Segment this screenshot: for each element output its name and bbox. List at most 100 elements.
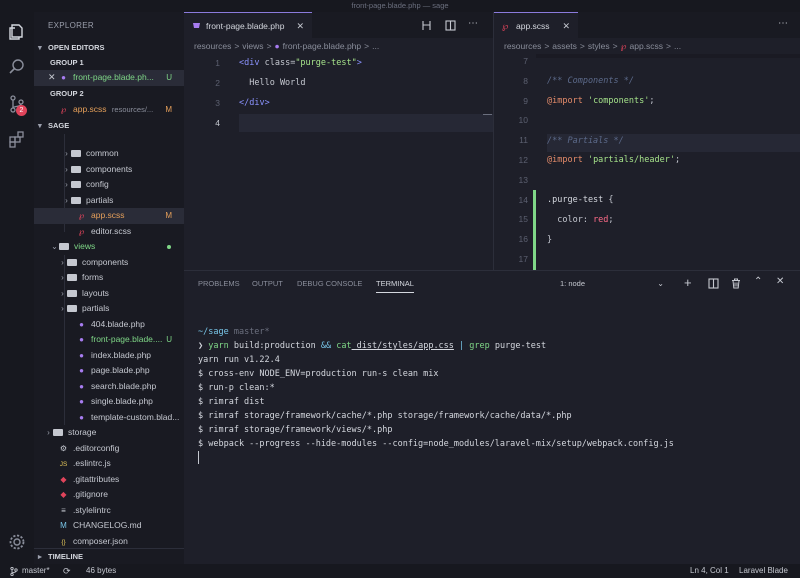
- tree-item[interactable]: ● single.blade.php: [34, 394, 184, 410]
- breadcrumb-item[interactable]: resources: [504, 41, 541, 51]
- blade-file-icon: ●: [79, 335, 84, 344]
- chevron-right-icon: ›: [61, 273, 64, 282]
- tree-item-label: partials: [86, 194, 114, 205]
- tree-item-label: .gitignore: [73, 489, 108, 499]
- line-number: 9: [523, 95, 528, 106]
- tree-item[interactable]: ● template-custom.blad...: [34, 410, 184, 426]
- tree-item[interactable]: ⌄ views: [34, 239, 184, 255]
- git-branch[interactable]: master*: [22, 564, 50, 578]
- close-icon[interactable]: ✕: [48, 70, 58, 86]
- breadcrumb-item[interactable]: app.scss: [629, 41, 663, 51]
- tree-item[interactable]: › common: [34, 146, 184, 162]
- trash-icon[interactable]: [731, 278, 741, 289]
- current-line-highlight: [239, 114, 493, 132]
- breadcrumb-item[interactable]: resources: [194, 41, 231, 51]
- split-terminal-icon[interactable]: [708, 278, 719, 289]
- tree-item[interactable]: › layouts: [34, 286, 184, 302]
- code-line-12[interactable]: @import 'partials/header';: [547, 155, 680, 165]
- code-line-1[interactable]: <div class="purge-test">: [239, 58, 362, 68]
- more-actions-icon[interactable]: ⋯: [778, 18, 788, 29]
- tree-item[interactable]: ● index.blade.php: [34, 348, 184, 364]
- tab-output[interactable]: OUTPUT: [252, 271, 283, 297]
- tree-item[interactable]: ◆ .gitattributes: [34, 472, 184, 488]
- tree-item[interactable]: › storage: [34, 425, 184, 441]
- tree-item[interactable]: JS .eslintrc.js: [34, 456, 184, 472]
- tree-item[interactable]: ◆ .gitignore: [34, 487, 184, 503]
- tab-app-scss[interactable]: ℘ app.scss ✕: [494, 12, 578, 38]
- line-number: 2: [215, 78, 220, 88]
- breadcrumb-item[interactable]: assets: [552, 41, 577, 51]
- tree-item[interactable]: ● page.blade.php: [34, 363, 184, 379]
- code-line-14[interactable]: .purge-test {: [547, 195, 614, 205]
- tree-item[interactable]: {} composer.json: [34, 534, 184, 550]
- tree-item[interactable]: › partials: [34, 301, 184, 317]
- tab-problems[interactable]: PROBLEMS: [198, 271, 240, 297]
- open-editor-label: app.scss: [73, 104, 107, 114]
- tree-item[interactable]: ⚙ .editorconfig: [34, 441, 184, 457]
- scss-file-icon: ℘: [60, 105, 67, 114]
- tab-terminal[interactable]: TERMINAL: [376, 271, 414, 297]
- open-changes-icon[interactable]: [421, 20, 432, 31]
- search-icon[interactable]: [7, 57, 27, 77]
- tree-item-label: config: [86, 179, 109, 189]
- close-tab-icon[interactable]: ✕: [562, 13, 570, 39]
- tree-item-label: single.blade.php: [91, 396, 153, 406]
- breadcrumb-item[interactable]: front-page.blade.php: [283, 41, 361, 51]
- timeline-header[interactable]: ▸ TIMELINE: [34, 548, 184, 564]
- scss-file-icon: ℘: [78, 211, 85, 220]
- code-line-16[interactable]: }: [547, 235, 552, 245]
- tree-item[interactable]: ℘ app.scss M: [34, 208, 184, 224]
- open-editors-header[interactable]: ▾ OPEN EDITORS: [34, 40, 184, 55]
- new-terminal-icon[interactable]: +: [684, 275, 692, 290]
- explorer-icon[interactable]: [7, 22, 27, 42]
- tree-item[interactable]: ≡ .stylelintrc: [34, 503, 184, 519]
- tree-item[interactable]: › forms: [34, 270, 184, 286]
- scm-badge: 2: [16, 105, 27, 116]
- terminal-select[interactable]: 1: node ⌄: [556, 277, 670, 291]
- close-tab-icon[interactable]: ✕: [296, 13, 304, 39]
- open-editor-app-scss[interactable]: ℘ app.scss resources/... M: [34, 102, 184, 118]
- open-editor-front-page[interactable]: ✕ ● front-page.blade.ph... U: [34, 70, 184, 86]
- split-editor-icon[interactable]: [445, 20, 456, 31]
- tree-item[interactable]: ● front-page.blade.... U: [34, 332, 184, 348]
- more-actions-icon[interactable]: ⋯: [468, 18, 478, 29]
- chevron-right-icon: ›: [47, 428, 50, 437]
- line-number: 1: [215, 58, 220, 68]
- line-number: 15: [518, 214, 528, 225]
- tree-item[interactable]: › partials: [34, 193, 184, 209]
- tree-item[interactable]: › components: [34, 162, 184, 178]
- tab-front-page[interactable]: front-page.blade.php ✕: [184, 12, 312, 38]
- tree-item[interactable]: › components: [34, 255, 184, 271]
- language-mode[interactable]: Laravel Blade: [739, 564, 788, 578]
- tree-item[interactable]: ● 404.blade.php: [34, 317, 184, 333]
- code-line-9[interactable]: @import 'components';: [547, 96, 654, 106]
- file-status: U: [166, 335, 172, 344]
- breadcrumb-item[interactable]: styles: [588, 41, 610, 51]
- tab-debug-console[interactable]: DEBUG CONSOLE: [297, 271, 362, 297]
- close-panel-icon[interactable]: ✕: [776, 276, 784, 287]
- folder-icon: [67, 274, 77, 281]
- code-line-8[interactable]: /** Components */: [547, 76, 634, 86]
- tree-item-label: page.blade.php: [91, 365, 150, 375]
- tree-item[interactable]: ℘ editor.scss: [34, 224, 184, 240]
- sync-icon[interactable]: ⟳: [63, 564, 71, 578]
- breadcrumb-item[interactable]: ...: [372, 41, 379, 51]
- code-line-2[interactable]: Hello World: [239, 78, 305, 88]
- terminal-cursor[interactable]: [198, 451, 199, 464]
- tree-item[interactable]: ● search.blade.php: [34, 379, 184, 395]
- group2-label: GROUP 2: [50, 89, 84, 98]
- project-header[interactable]: ▾ SAGE: [34, 118, 184, 133]
- maximize-panel-icon[interactable]: ⌃: [754, 276, 762, 287]
- tree-item[interactable]: › config: [34, 177, 184, 193]
- extensions-icon[interactable]: [7, 130, 27, 150]
- breadcrumb-item[interactable]: ...: [674, 41, 681, 51]
- scss-file-icon: ℘: [78, 226, 85, 236]
- code-line-3[interactable]: </div>: [239, 98, 270, 108]
- settings-gear-icon[interactable]: [7, 532, 27, 552]
- code-line-15[interactable]: color: red;: [547, 215, 613, 225]
- terminal-prompt: ~/sage master*: [198, 327, 270, 337]
- cursor-position[interactable]: Ln 4, Col 1: [690, 564, 729, 578]
- tree-item[interactable]: M CHANGELOG.md: [34, 518, 184, 534]
- breadcrumb-item[interactable]: views: [242, 41, 263, 51]
- code-line-11[interactable]: /** Partials */: [547, 136, 624, 146]
